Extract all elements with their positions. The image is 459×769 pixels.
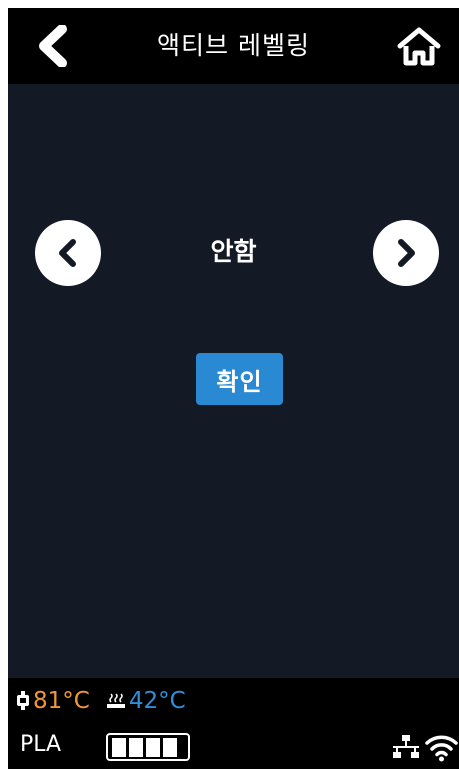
home-button[interactable] — [393, 22, 445, 70]
network-icon — [393, 735, 419, 758]
chevron-left-circle-icon — [59, 239, 76, 267]
previous-option-button[interactable] — [35, 220, 101, 286]
chevron-right-circle-icon — [398, 239, 415, 267]
gauge-segment — [129, 737, 143, 757]
back-button[interactable] — [28, 22, 76, 70]
gauge-segment — [146, 737, 160, 757]
home-icon — [397, 27, 441, 66]
status-bar: 81°C 42°C PLA — [8, 678, 459, 769]
header-bar: 액티브 레벨링 — [8, 8, 459, 84]
selected-option-value: 안함 — [210, 237, 257, 266]
heated-bed-icon — [106, 693, 125, 708]
temperature-row: 81°C 42°C — [16, 686, 202, 716]
confirm-button[interactable]: 확인 — [196, 353, 283, 405]
filament-level-gauge — [106, 733, 190, 761]
chevron-left-icon — [39, 25, 67, 67]
material-type: PLA — [20, 732, 62, 757]
page-title: 액티브 레벨링 — [157, 31, 310, 60]
wifi-icon — [425, 735, 458, 762]
next-option-button[interactable] — [373, 220, 439, 286]
gauge-segment — [112, 737, 126, 757]
bed-temperature: 42°C — [128, 688, 186, 714]
nozzle-temperature: 81°C — [33, 688, 90, 714]
gauge-segment — [163, 737, 177, 757]
printer-screen: 액티브 레벨링 안함 확인 81°C 42°C PLA — [8, 8, 459, 769]
nozzle-icon — [17, 691, 29, 710]
